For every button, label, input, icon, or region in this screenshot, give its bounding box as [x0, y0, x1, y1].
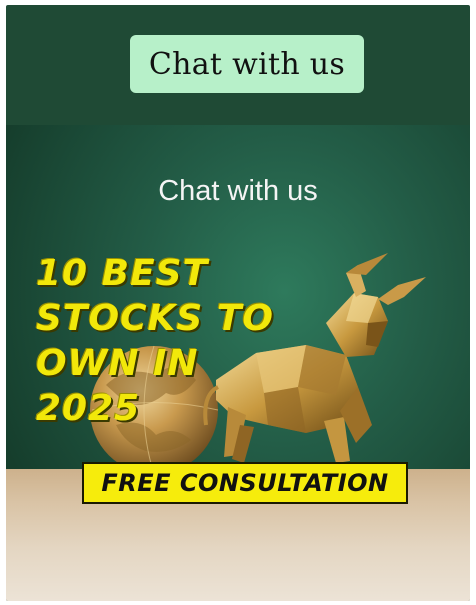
headline-line: 10 BEST [36, 253, 209, 294]
headline-line: OWN IN [36, 343, 199, 384]
header-bar: Chat with us [6, 5, 470, 125]
headline-line: STOCKS TO [36, 298, 275, 339]
chat-with-us-button[interactable]: Chat with us [130, 35, 364, 93]
headline-line: 2025 [36, 388, 141, 429]
chat-widget-card: Chat with us Chat with us 10 BEST STOCKS… [6, 5, 470, 601]
banner-headline: 10 BEST STOCKS TO OWN IN 2025 [36, 251, 286, 431]
stocks-ad-banner[interactable]: Chat with us 10 BEST STOCKS TO OWN IN 20… [6, 125, 470, 601]
free-consultation-button[interactable]: FREE CONSULTATION [82, 462, 408, 504]
